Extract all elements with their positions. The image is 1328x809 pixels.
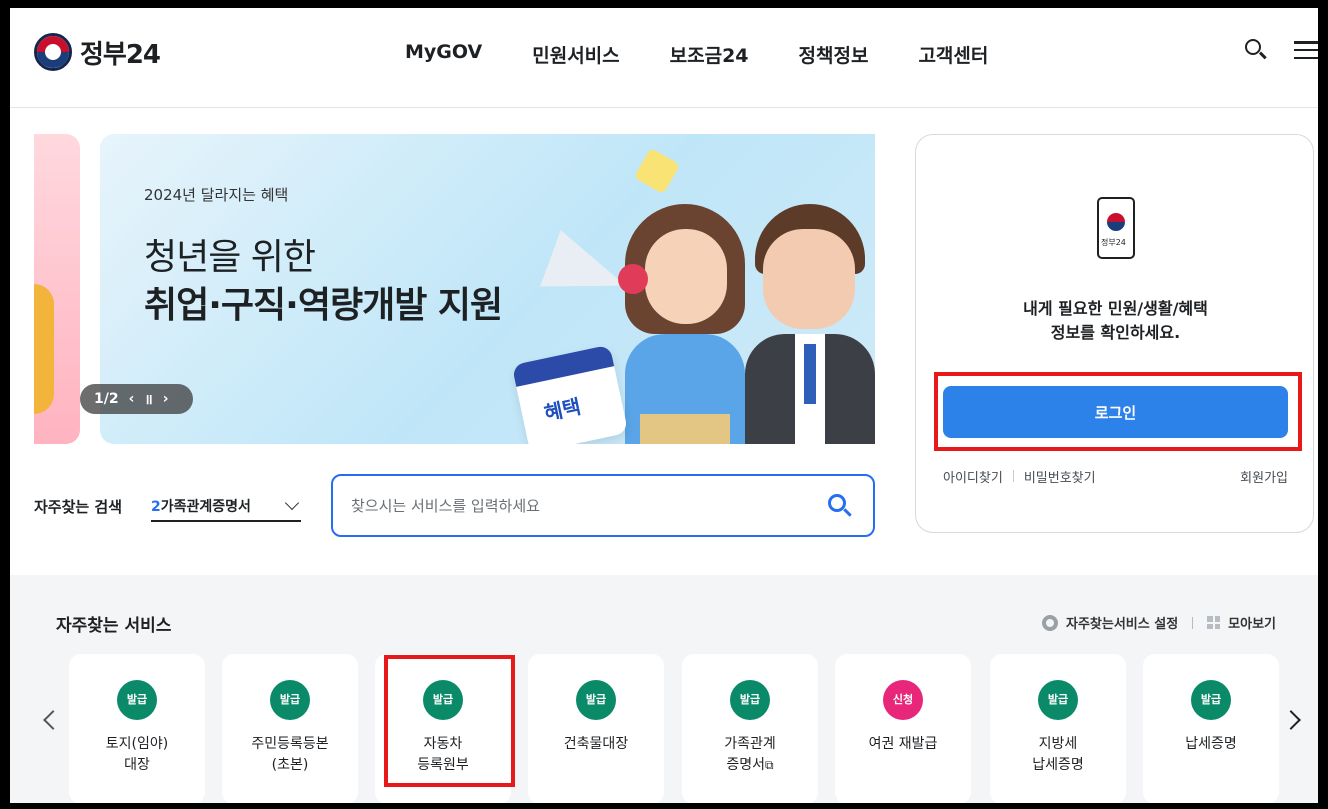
boy-character-image — [745, 184, 875, 444]
nav-mygov[interactable]: MyGOV — [405, 41, 482, 68]
banner-controls: 1/2 ‹ ॥ › — [80, 384, 193, 414]
divider — [1192, 616, 1194, 629]
service-card-building-register[interactable]: 발급 건축물대장 — [528, 654, 664, 803]
issue-badge: 발급 — [730, 680, 770, 720]
service-card-resident-registration[interactable]: 발급 주민등록등본 (초본) — [222, 654, 358, 803]
service-card-line2: 대장 — [124, 757, 150, 773]
hamburger-menu-icon[interactable] — [1294, 39, 1318, 61]
service-search-input[interactable] — [351, 494, 801, 518]
service-card-line2: (초본) — [271, 757, 309, 773]
issue-badge: 발급 — [1038, 680, 1078, 720]
main-banner[interactable]: 2024년 달라지는 혜택 청년을 위한 취업·구직·역량개발 지원 혜택 — [100, 134, 875, 444]
apply-badge: 신청 — [883, 680, 923, 720]
chevron-down-icon — [284, 495, 300, 511]
header-tools — [1244, 38, 1318, 62]
calendar-label: 혜택 — [541, 394, 583, 426]
search-submit-icon[interactable] — [827, 493, 853, 519]
nav-civil-service[interactable]: 민원서비스 — [532, 41, 619, 68]
service-card-line2-text: 증명서 — [726, 757, 766, 773]
frequent-search-label: 자주찾는 검색 — [34, 498, 123, 516]
frequent-search-value: 가족관계증명서 — [160, 499, 251, 515]
service-card-line1: 토지(임야) — [105, 736, 169, 752]
services-next-arrow-icon[interactable] — [1281, 710, 1301, 730]
taegeuk-logo-icon — [34, 33, 72, 71]
banner-pause-button[interactable]: ॥ — [144, 390, 152, 409]
grid-icon — [1207, 616, 1221, 629]
main-nav: MyGOV 민원서비스 보조금24 정책정보 고객센터 — [405, 41, 988, 68]
banner-illustration: 혜택 — [511, 147, 875, 444]
banner-next-button[interactable]: › — [163, 391, 169, 407]
find-id-link[interactable]: 아이디찾기 — [943, 467, 1003, 486]
site-logo[interactable]: 정부24 — [34, 33, 161, 71]
join-link[interactable]: 회원가입 — [1240, 467, 1288, 486]
service-card-land-register[interactable]: 발급 토지(임야) 대장 — [69, 654, 205, 803]
gear-icon — [1041, 614, 1058, 631]
login-links: 아이디찾기 비밀번호찾기 회원가입 — [943, 467, 1288, 486]
girl-character-image — [620, 184, 750, 444]
login-button[interactable]: 로그인 — [943, 386, 1288, 438]
banner-subtitle: 2024년 달라지는 혜택 — [144, 186, 289, 204]
service-card-tax-certificate[interactable]: 발급 납세증명 — [1143, 654, 1279, 803]
service-card-line2: 납세증명 — [1032, 757, 1084, 773]
issue-badge: 발급 — [576, 680, 616, 720]
service-card-label: 납세증명 — [1143, 734, 1279, 755]
service-card-line1: 가족관계 — [724, 736, 776, 752]
nav-subsidy24[interactable]: 보조금24 — [670, 41, 749, 68]
services-tools: 자주찾는서비스 설정 모아보기 — [1041, 613, 1276, 632]
service-card-family-certificate[interactable]: 발급 가족관계 증명서⧉ — [682, 654, 818, 803]
service-card-passport-reissue[interactable]: 신청 여권 재발급 — [835, 654, 971, 803]
login-message-line1: 내게 필요한 민원/생활/혜택 — [1023, 299, 1208, 318]
frequent-services-title: 자주찾는 서비스 — [56, 616, 172, 636]
search-icon[interactable] — [1244, 38, 1268, 62]
nav-customer-center[interactable]: 고객센터 — [918, 41, 988, 68]
services-settings-link[interactable]: 자주찾는서비스 설정 — [1066, 613, 1178, 632]
service-card-label: 가족관계 증명서⧉ — [682, 734, 818, 776]
frequent-search-rank: 2 — [151, 499, 161, 515]
login-message-line2: 정보를 확인하세요. — [1050, 323, 1181, 342]
issue-badge: 발급 — [270, 680, 310, 720]
service-card-line1: 주민등록등본 — [251, 736, 329, 752]
view-all-link[interactable]: 모아보기 — [1228, 613, 1276, 632]
page-frame: 정부24 MyGOV 민원서비스 보조금24 정책정보 고객센터 2024년 달… — [10, 8, 1318, 803]
service-card-label: 여권 재발급 — [835, 734, 971, 755]
logo-text: 정부24 — [80, 39, 161, 70]
banner-title-line1: 청년을 위한 — [144, 237, 316, 278]
calendar-icon: 혜택 — [511, 344, 629, 444]
service-card-label: 토지(임야) 대장 — [69, 734, 205, 776]
service-card-line1: 여권 재발급 — [868, 736, 938, 752]
divider — [1012, 470, 1014, 482]
frequent-search-select[interactable]: 2가족관계증명서 — [151, 492, 301, 522]
service-card-line2: 증명서⧉ — [682, 755, 818, 776]
banner-pager: 1/2 — [94, 391, 119, 407]
issue-badge: 발급 — [117, 680, 157, 720]
banner-prev-button[interactable]: ‹ — [129, 391, 135, 407]
megaphone-icon — [540, 230, 658, 314]
services-prev-arrow-icon[interactable] — [43, 710, 63, 730]
service-card-label: 건축물대장 — [528, 734, 664, 755]
service-card-local-tax-certificate[interactable]: 발급 지방세 납세증명 — [990, 654, 1126, 803]
frequent-services-section: 자주찾는 서비스 자주찾는서비스 설정 모아보기 발급 토지(임야) 대장 발급… — [10, 575, 1318, 803]
login-message: 내게 필요한 민원/생활/혜택 정보를 확인하세요. — [916, 297, 1315, 345]
nav-policy-info[interactable]: 정책정보 — [799, 41, 869, 68]
banner-title-line2: 취업·구직·역량개발 지원 — [144, 285, 503, 326]
find-password-link[interactable]: 비밀번호찾기 — [1024, 467, 1096, 486]
service-card-line1: 납세증명 — [1185, 736, 1237, 752]
mobile-app-icon: 정부24 — [1097, 197, 1135, 259]
service-search-box — [331, 474, 875, 537]
vehicle-card-highlight-box — [384, 655, 515, 787]
mobile-app-name: 정부24 — [1101, 238, 1126, 247]
previous-banner-peek[interactable] — [34, 134, 80, 444]
service-card-line1: 건축물대장 — [563, 736, 629, 752]
external-link-icon: ⧉ — [765, 758, 774, 772]
service-card-line1: 지방세 — [1038, 736, 1078, 752]
login-card: 정부24 내게 필요한 민원/생활/혜택 정보를 확인하세요. 로그인 아이디찾… — [915, 134, 1314, 533]
issue-badge: 발급 — [1191, 680, 1231, 720]
service-card-label: 주민등록등본 (초본) — [222, 734, 358, 776]
site-header: 정부24 MyGOV 민원서비스 보조금24 정책정보 고객센터 — [10, 8, 1318, 108]
service-card-label: 지방세 납세증명 — [990, 734, 1126, 776]
